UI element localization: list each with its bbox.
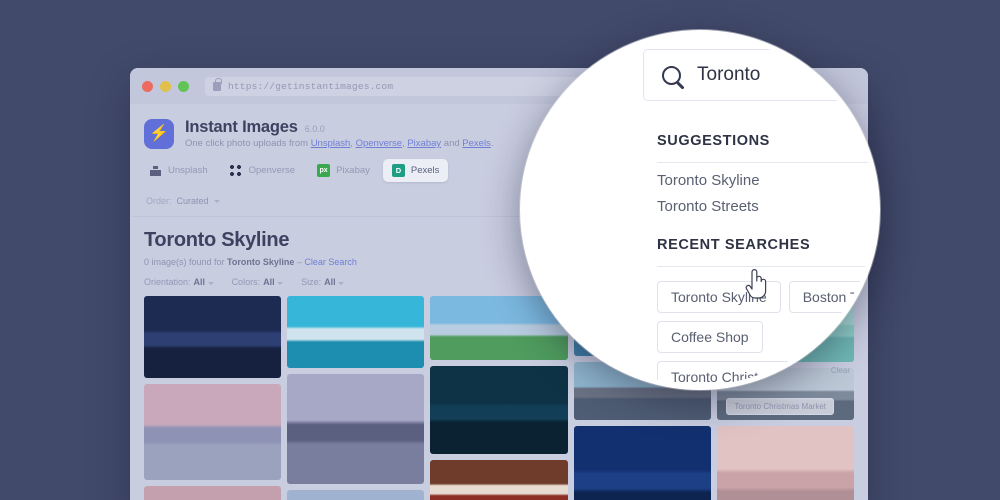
image-tile[interactable] [144, 384, 282, 480]
order-value[interactable]: Curated [177, 196, 209, 206]
provider-tab-label: Unsplash [168, 165, 208, 176]
filter-orientation[interactable]: Orientation: All [144, 277, 214, 287]
grid-column [144, 296, 282, 500]
search-icon [662, 65, 681, 85]
suggestions-heading: SUGGESTIONS [657, 133, 875, 163]
unsplash-icon [149, 164, 162, 177]
close-window-button[interactable] [142, 80, 153, 92]
results-dash: – [294, 257, 305, 267]
filter-colors[interactable]: Colors: All [232, 277, 284, 287]
filter-value: All [263, 277, 275, 287]
app-logo: ⚡ [144, 118, 174, 149]
chevron-down-icon [213, 199, 220, 203]
provider-tab-label: Openverse [248, 165, 296, 176]
floating-recent-chip[interactable]: Toronto Christmas Market [726, 398, 834, 415]
results-query: Toronto Skyline [227, 257, 295, 267]
source-link-pixabay[interactable]: Pixabay [407, 138, 441, 149]
magnifier-content: 000 x Toronto SUGGESTIONS Toronto Skylin… [525, 35, 875, 385]
order-label: Order: [146, 196, 172, 206]
filter-size[interactable]: Size: All [301, 277, 345, 287]
pointing-hand-cursor [745, 269, 767, 299]
provider-tab-unsplash[interactable]: Unsplash [140, 159, 217, 182]
filter-value: All [324, 277, 336, 287]
app-version: 6.0.0 [304, 124, 325, 134]
suggestion-item-1[interactable]: Toronto Streets [657, 189, 875, 215]
provider-tab-label: Pexels [410, 165, 440, 176]
app-title: Instant Images [185, 118, 298, 136]
lightning-bolt-icon: ⚡ [149, 124, 169, 142]
image-tile[interactable] [144, 296, 282, 378]
filter-value: All [193, 277, 206, 287]
pixabay-icon: px [317, 164, 331, 177]
source-link-openverse[interactable]: Openverse [356, 138, 402, 149]
provider-tab-pexels[interactable]: D Pexels [382, 159, 449, 182]
maximize-window-button[interactable] [178, 80, 189, 92]
results-count-prefix: 0 image(s) found for [144, 257, 228, 267]
provider-tab-label: Pixabay [336, 165, 370, 176]
magnified-zoom-badge: 000 x [525, 57, 567, 95]
tagline-prefix: One click photo uploads from [185, 138, 311, 149]
tagline-end: . [490, 138, 494, 149]
lock-icon [213, 77, 222, 91]
source-link-unsplash[interactable]: Unsplash [311, 138, 351, 149]
chevron-down-icon [207, 282, 214, 285]
grid-column [287, 296, 425, 500]
recent-searches-heading: RECENT SEARCHES [657, 237, 875, 267]
image-tile[interactable] [287, 374, 425, 484]
clear-search-link[interactable]: Clear Search [304, 257, 357, 267]
magnifier-backdrop [525, 115, 645, 325]
filter-label: Colors: [231, 277, 261, 287]
recent-search-chip-2[interactable]: Coffee Shop [657, 321, 763, 353]
openverse-icon [230, 164, 243, 177]
suggestion-item-0[interactable]: Toronto Skyline [657, 163, 875, 189]
chevron-down-icon [338, 282, 345, 285]
image-tile[interactable] [716, 426, 855, 500]
app-tagline: One click photo uploads from Unsplash, O… [185, 138, 493, 149]
window-traffic-lights [142, 80, 189, 92]
close-icon[interactable]: x [537, 66, 547, 86]
image-tile[interactable] [144, 486, 282, 500]
recent-search-chip-1[interactable]: Boston Terrier [788, 281, 875, 313]
provider-tab-pixabay[interactable]: px Pixabay [308, 159, 379, 182]
image-tile[interactable] [287, 296, 425, 368]
chevron-down-icon [277, 282, 284, 285]
provider-tab-openverse[interactable]: Openverse [221, 159, 304, 182]
pexels-icon: D [391, 164, 405, 177]
filter-label: Size: [301, 277, 322, 287]
filter-label: Orientation: [144, 277, 191, 287]
magnified-search-input[interactable]: Toronto [643, 49, 875, 101]
search-input-value: Toronto [697, 64, 761, 85]
image-tile[interactable] [430, 460, 568, 500]
tagline-and: and [441, 138, 463, 149]
magnifier-lens: 000 x Toronto SUGGESTIONS Toronto Skylin… [520, 30, 880, 390]
minimize-window-button[interactable] [160, 80, 171, 92]
url-text: https://getinstantimages.com [228, 80, 394, 92]
image-tile[interactable] [573, 426, 711, 500]
image-tile[interactable] [287, 490, 425, 500]
source-link-pexels[interactable]: Pexels [462, 138, 491, 149]
